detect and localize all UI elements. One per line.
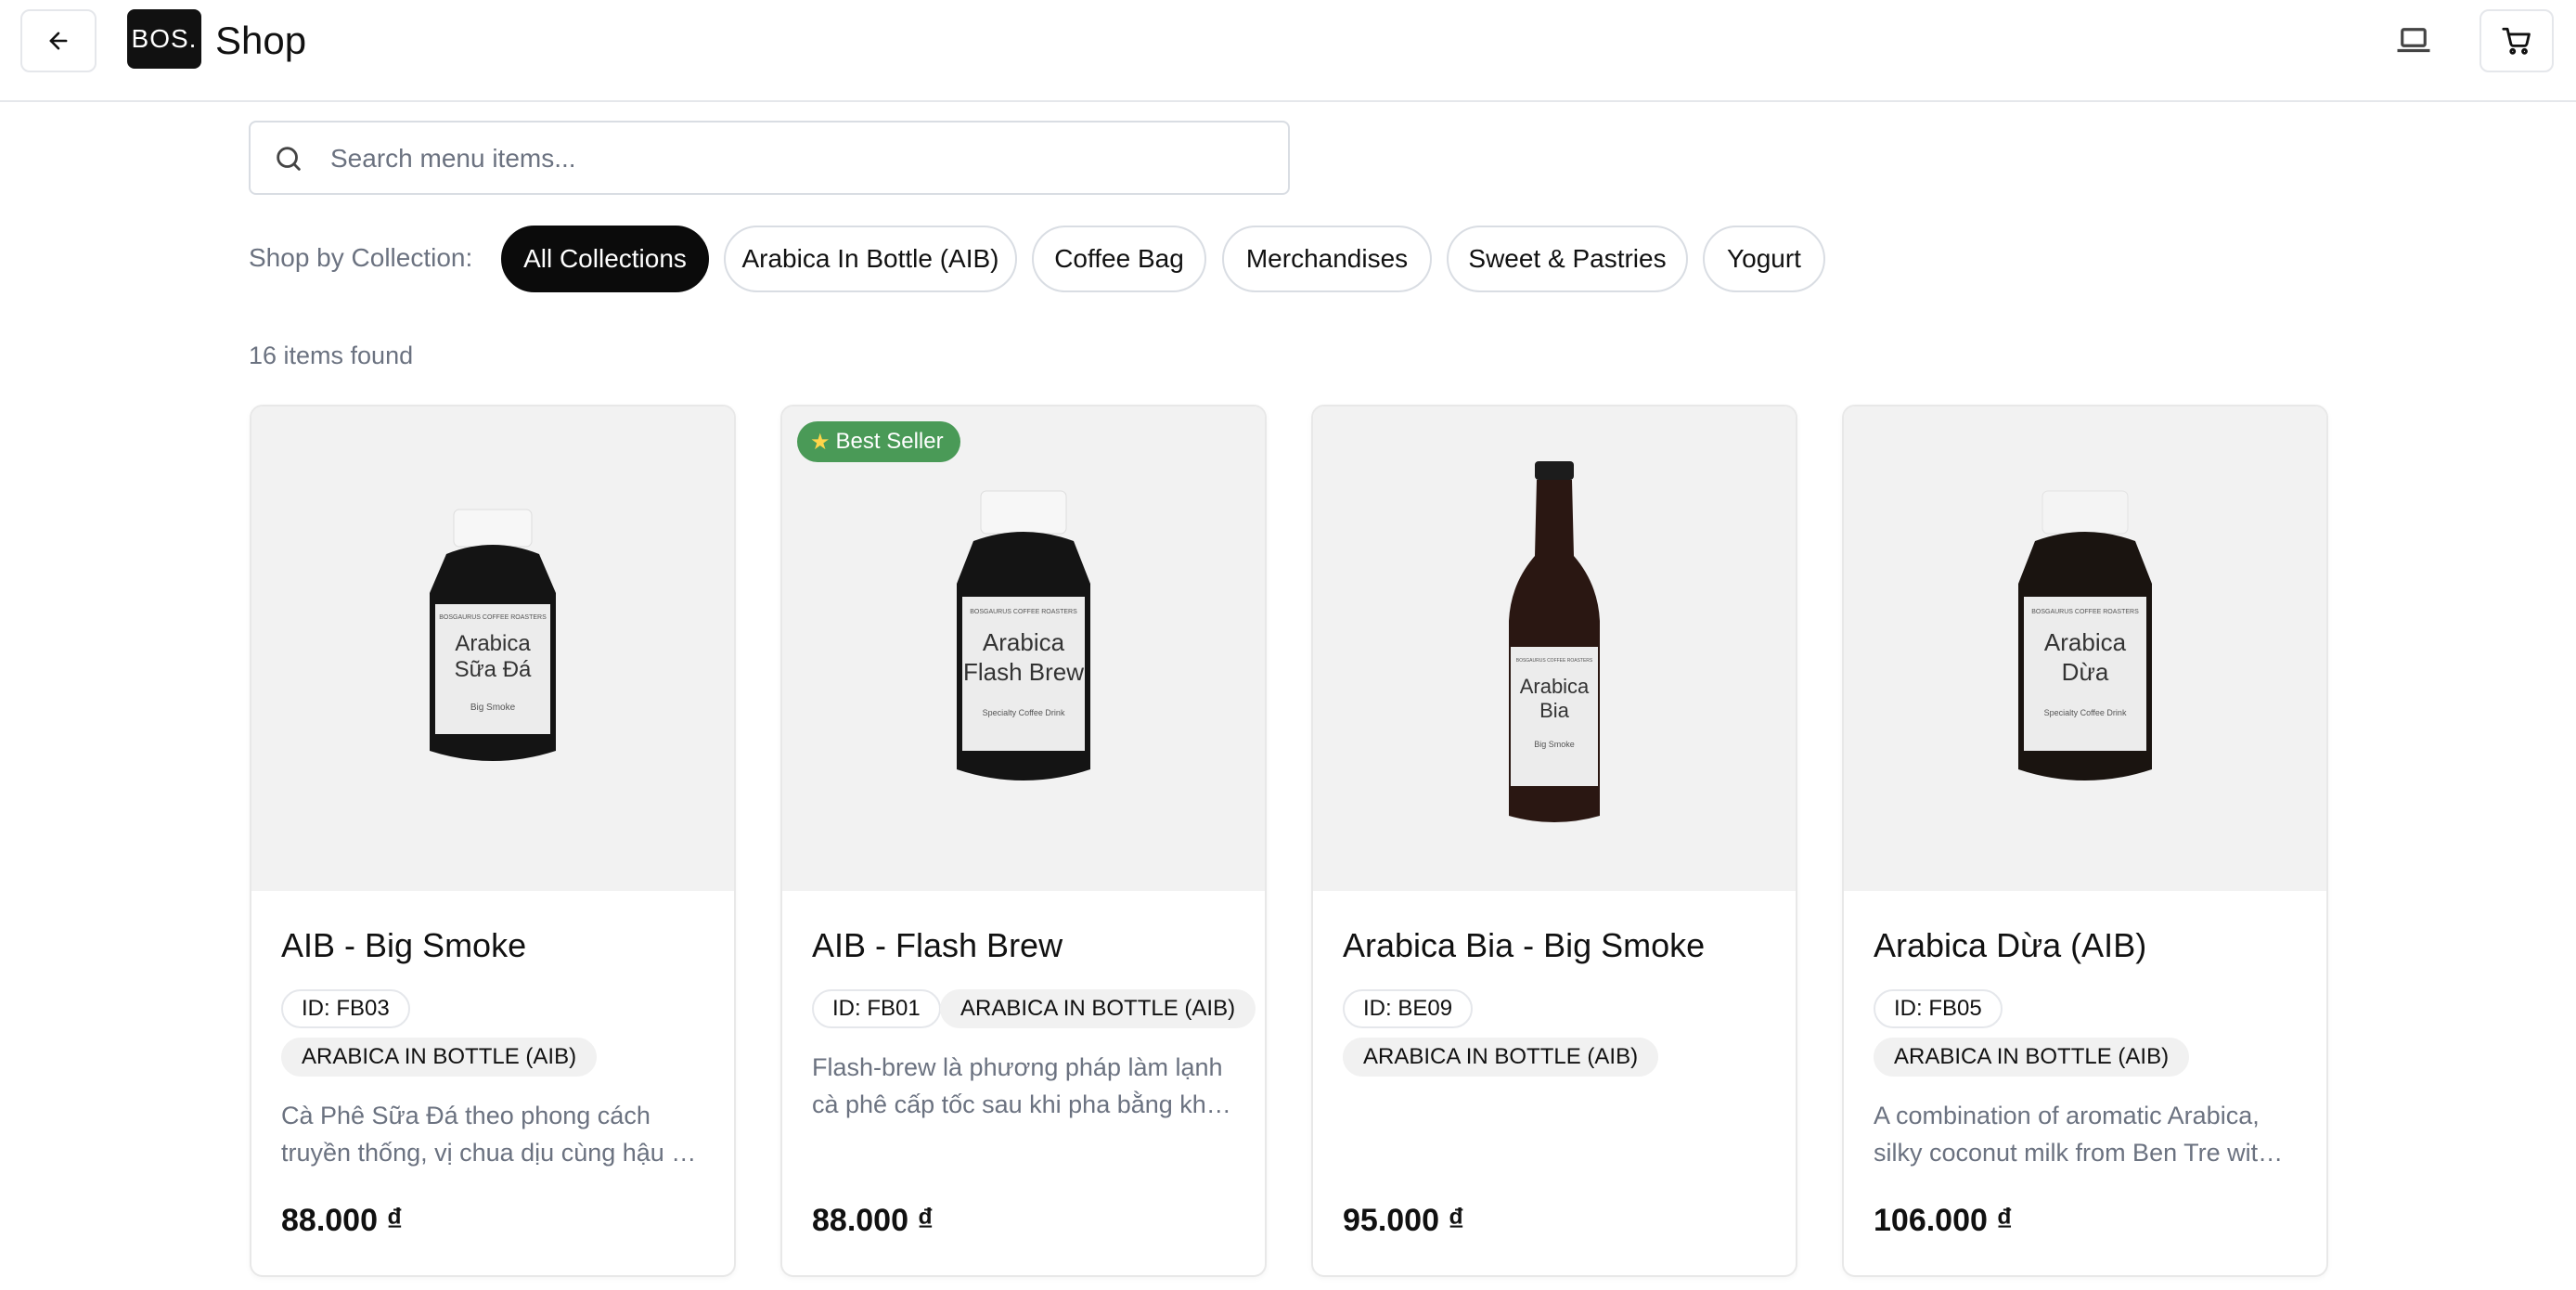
- product-name[interactable]: AIB - Big Smoke: [281, 926, 526, 965]
- product-description: A combination of aromatic Arabica, silky…: [1874, 1097, 2302, 1171]
- product-collection-tag: ARABICA IN BOTTLE (AIB): [281, 1038, 598, 1077]
- chip-coffee-bag[interactable]: Coffee Bag: [1032, 226, 1206, 292]
- label-line2: Sữa Đá: [455, 657, 532, 682]
- product-collection-tag: ARABICA IN BOTTLE (AIB): [1343, 1038, 1659, 1077]
- bottle-jar-illustration: BOSGAURUS COFFEE ROASTERS Arabica Flash …: [957, 490, 1090, 780]
- best-seller-badge: ★ Best Seller: [797, 421, 960, 462]
- label-line1: Arabica: [1520, 675, 1590, 698]
- desc-line: cà phê cấp tốc sau khi pha bằng kh…: [812, 1090, 1231, 1118]
- desc-line: Flash-brew là phương pháp làm lạnh: [812, 1053, 1223, 1081]
- label-line1: Arabica: [2044, 628, 2127, 656]
- search-icon: [277, 147, 301, 171]
- product-name[interactable]: Arabica Dừa (AIB): [1874, 926, 2146, 965]
- collections-label: Shop by Collection:: [249, 243, 473, 272]
- desc-line: silky coconut milk from Ben Tre wit…: [1874, 1139, 2284, 1167]
- page-title: Shop: [215, 19, 307, 62]
- product-image: BOSGAURUS COFFEE ROASTERS Arabica Bia Bi…: [1313, 406, 1796, 891]
- product-card[interactable]: ★ Best Seller BOSGAURUS COFFEE ROASTERS …: [780, 405, 1267, 1277]
- label-line2: Dừa: [2062, 658, 2109, 686]
- label-brand: BOSGAURUS COFFEE ROASTERS: [970, 609, 1077, 615]
- product-price: 106.000 ₫: [1874, 1203, 2013, 1238]
- brand-logo[interactable]: BOS.: [127, 9, 201, 69]
- product-description: Cà Phê Sữa Đá theo phong cách truyền thố…: [281, 1097, 710, 1171]
- chip-merchandises[interactable]: Merchandises: [1222, 226, 1432, 292]
- product-card[interactable]: BOSGAURUS COFFEE ROASTERS Arabica Bia Bi…: [1311, 405, 1797, 1277]
- bottle-jar-illustration: BOSGAURUS COFFEE ROASTERS Arabica Dừa Sp…: [2018, 490, 2152, 780]
- product-collection-tag: ARABICA IN BOTTLE (AIB): [1874, 1038, 2190, 1077]
- label-variant: Specialty Coffee Drink: [2044, 708, 2127, 717]
- results-count: 16 items found: [249, 342, 414, 369]
- desc-line: Cà Phê Sữa Đá theo phong cách: [281, 1102, 650, 1129]
- label-variant: Specialty Coffee Drink: [983, 708, 1065, 717]
- laptop-icon[interactable]: [2394, 24, 2433, 58]
- star-icon: ★: [810, 429, 831, 455]
- label-brand: BOSGAURUS COFFEE ROASTERS: [2031, 609, 2139, 615]
- product-collection-tag: ARABICA IN BOTTLE (AIB): [940, 989, 1256, 1028]
- label-brand: BOSGAURUS COFFEE ROASTERS: [439, 614, 547, 621]
- back-button[interactable]: [20, 9, 97, 72]
- bottle-jar-illustration: BOSGAURUS COFFEE ROASTERS Arabica Sữa Đá…: [430, 509, 556, 761]
- label-line1: Arabica: [983, 628, 1065, 656]
- product-description: Flash-brew là phương pháp làm lạnh cà ph…: [812, 1049, 1241, 1123]
- label-line2: Flash Brew: [963, 658, 1084, 686]
- chip-all-collections[interactable]: All Collections: [501, 226, 709, 292]
- product-price: 95.000 ₫: [1343, 1203, 1464, 1238]
- product-card[interactable]: BOSGAURUS COFFEE ROASTERS Arabica Sữa Đá…: [250, 405, 736, 1277]
- product-id-tag: ID: FB03: [281, 989, 410, 1028]
- label-line2: Bia: [1539, 699, 1570, 722]
- product-image: BOSGAURUS COFFEE ROASTERS Arabica Dừa Sp…: [1844, 406, 2326, 891]
- arrow-left-icon: [49, 32, 68, 50]
- product-image: BOSGAURUS COFFEE ROASTERS Arabica Sữa Đá…: [251, 406, 734, 891]
- search-box: [249, 121, 1290, 195]
- desc-line: truyền thống, vị chua dịu cùng hậu …: [281, 1139, 697, 1167]
- product-name[interactable]: AIB - Flash Brew: [812, 926, 1063, 965]
- chip-sweet-pastries[interactable]: Sweet & Pastries: [1447, 226, 1688, 292]
- product-image: BOSGAURUS COFFEE ROASTERS Arabica Flash …: [782, 406, 1265, 891]
- top-header: BOS. Shop: [0, 0, 2576, 102]
- product-price: 88.000 ₫: [281, 1203, 403, 1238]
- label-brand: BOSGAURUS COFFEE ROASTERS: [1516, 658, 1593, 664]
- product-id-tag: ID: FB05: [1874, 989, 2003, 1028]
- chip-yogurt[interactable]: Yogurt: [1703, 226, 1825, 292]
- desc-line: A combination of aromatic Arabica,: [1874, 1102, 2260, 1129]
- label-line1: Arabica: [455, 631, 531, 656]
- product-id-tag: ID: BE09: [1343, 989, 1474, 1028]
- product-price: 88.000 ₫: [812, 1203, 934, 1238]
- beer-bottle-illustration: BOSGAURUS COFFEE ROASTERS Arabica Bia Bi…: [1509, 461, 1600, 822]
- product-name[interactable]: Arabica Bia - Big Smoke: [1343, 926, 1705, 965]
- cart-button[interactable]: [2479, 9, 2554, 72]
- badge-label: Best Seller: [835, 429, 944, 454]
- product-card[interactable]: BOSGAURUS COFFEE ROASTERS Arabica Dừa Sp…: [1842, 405, 2328, 1277]
- label-variant: Big Smoke: [470, 703, 516, 713]
- cart-icon: [2502, 27, 2531, 55]
- label-variant: Big Smoke: [1534, 740, 1575, 749]
- search-input[interactable]: [328, 139, 1260, 178]
- product-id-tag: ID: FB01: [812, 989, 941, 1028]
- chip-arabica-in-bottle[interactable]: Arabica In Bottle (AIB): [724, 226, 1017, 292]
